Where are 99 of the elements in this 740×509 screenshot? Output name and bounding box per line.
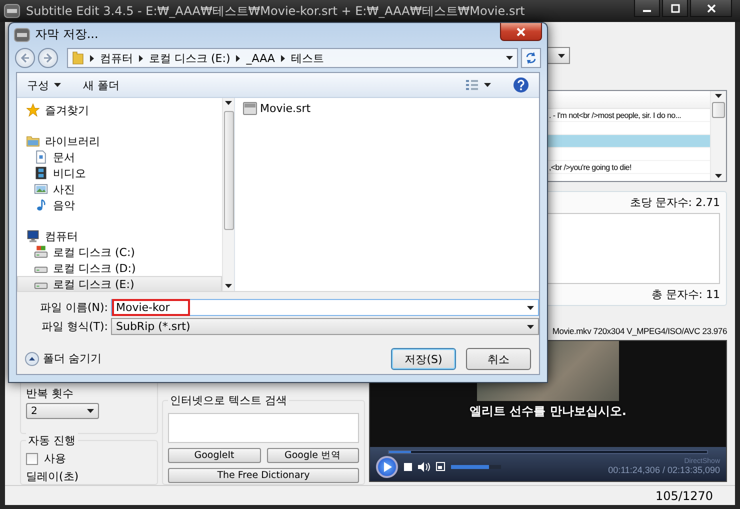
caret-icon	[54, 83, 61, 87]
dialog-button[interactable]: 저장(S)	[391, 348, 456, 370]
file-type-label: 파일 형식(T):	[40, 319, 109, 334]
app-icon	[4, 4, 20, 18]
caret-icon	[527, 324, 534, 328]
document-icon	[34, 150, 48, 164]
file-name-field[interactable]: Movie-kor	[111, 299, 539, 316]
volume-icon[interactable]	[418, 462, 430, 472]
file-item[interactable]: Movie.srt	[243, 102, 311, 115]
search-button[interactable]: GoogleIt	[168, 448, 260, 463]
subtitle-position: 105/1270	[656, 488, 713, 502]
play-icon	[382, 462, 392, 472]
scroll-thumb[interactable]	[224, 111, 234, 230]
app-icon	[14, 28, 30, 42]
nav-item[interactable]: 사진	[17, 181, 222, 197]
nav-item[interactable]: 로컬 디스크 (C:)	[17, 244, 222, 260]
nav-item[interactable]: 로컬 디스크 (D:)	[17, 260, 222, 276]
caret-icon	[484, 83, 491, 87]
nav-item[interactable]: 라이브러리	[17, 133, 222, 149]
toolbar-button[interactable]: 구성	[27, 78, 61, 92]
refresh-icon	[525, 52, 537, 64]
scroll-down-icon	[715, 174, 722, 178]
close-icon	[706, 4, 716, 12]
maximize-button[interactable]	[662, 0, 688, 17]
scroll-up-icon	[715, 94, 722, 98]
row-text: ,<br />you're going to die!	[549, 162, 632, 174]
drive-icon	[34, 245, 48, 259]
breadcrumb-item[interactable]: _AAA	[246, 52, 275, 64]
folder-icon	[26, 134, 40, 148]
nav-item[interactable]: 컴퓨터	[17, 228, 222, 244]
dialog-button[interactable]: 취소	[466, 348, 531, 370]
breadcrumb-item[interactable]: 테스트	[290, 50, 324, 66]
volume-slider[interactable]	[451, 464, 501, 468]
folder-icon	[72, 51, 84, 65]
list-view-icon	[465, 79, 479, 91]
scrollbar[interactable]	[710, 91, 726, 181]
subtitle-preview: 엘리트 선수를 만나보십시오.	[470, 403, 626, 420]
hide-folders-button[interactable]: 폴더 숨기기	[25, 351, 102, 370]
nav-item[interactable]: 로컬 디스크 (E:)	[17, 276, 222, 291]
minimize-icon	[643, 10, 651, 12]
video-info: Movie.mkv 720x304 V_MPEG4/ISO/AVC 23.976	[552, 326, 727, 336]
file-icon	[243, 102, 257, 115]
nav-item[interactable]: 비디오	[17, 165, 222, 181]
collapse-icon	[25, 352, 39, 366]
row-text: . - I'm not<br />most people, sir. I do no...	[549, 110, 682, 122]
scroll-up-icon	[225, 101, 232, 105]
chevron-icon[interactable]	[90, 54, 94, 62]
search-text-field[interactable]	[168, 413, 359, 443]
time-display: 00:11:24,306 / 02:13:35,090	[608, 465, 720, 475]
search-button[interactable]: The Free Dictionary	[168, 468, 359, 483]
picture-icon	[34, 182, 48, 196]
window-title: Subtitle Edit 3.4.5 - E:₩_AAA₩테스트₩Movie-kor.srt + E:₩_AAA₩테스트₩Movie.srt	[26, 2, 526, 20]
delay-label: 딜레이(초)	[26, 469, 80, 484]
back-button[interactable]	[15, 48, 35, 68]
breadcrumb-item[interactable]: 컴퓨터	[100, 50, 133, 66]
search-button[interactable]: Google 번역	[266, 448, 359, 463]
address-bar[interactable]: 컴퓨터 로컬 디스크 (E:) _AAA 테스트	[67, 48, 518, 68]
close-button[interactable]	[690, 0, 732, 17]
total-chars-label: 총 문자수: 11	[651, 287, 720, 302]
close-icon	[516, 26, 526, 36]
dialog-title: 자막 저장...	[35, 26, 100, 43]
back-arrow-icon	[20, 53, 30, 63]
chevron-icon[interactable]	[280, 54, 285, 62]
close-button[interactable]	[500, 23, 542, 41]
file-name-label: 파일 이름(N):	[38, 300, 109, 315]
repeat-count-label: 반복 횟수	[26, 387, 74, 400]
monitor-icon	[26, 229, 40, 243]
file-type-dropdown[interactable]: SubRip (*.srt)	[111, 318, 539, 335]
minimize-button[interactable]	[634, 0, 660, 17]
star-icon	[26, 103, 40, 117]
nav-item[interactable]: 문서	[17, 149, 222, 165]
film-icon	[34, 166, 48, 180]
breadcrumb-item[interactable]: 로컬 디스크 (E:)	[149, 50, 230, 66]
caret-icon	[558, 54, 565, 58]
use-checkbox[interactable]: 사용	[26, 451, 152, 466]
chevron-icon[interactable]	[139, 54, 143, 62]
nav-item[interactable]: 즐겨찾기	[17, 102, 222, 118]
play-button[interactable]	[376, 456, 398, 478]
forward-button[interactable]	[38, 48, 58, 68]
stop-icon[interactable]	[404, 462, 412, 470]
view-button[interactable]	[465, 79, 491, 91]
seek-bar[interactable]	[388, 450, 708, 454]
fullscreen-icon[interactable]	[436, 462, 445, 471]
help-icon[interactable]	[513, 77, 529, 93]
maximize-icon	[670, 4, 680, 12]
toolbar-button[interactable]: 새 폴더	[83, 78, 120, 92]
group-title: 자동 진행	[26, 433, 78, 448]
chars-per-second-label: 초당 문자수: 2.71	[630, 195, 720, 210]
scroll-thumb[interactable]	[712, 102, 725, 118]
forward-arrow-icon	[43, 53, 53, 63]
nav-item[interactable]: 음악	[17, 197, 222, 213]
scrollbar[interactable]	[222, 98, 234, 291]
caret-icon	[506, 56, 513, 60]
music-note-icon	[34, 198, 48, 212]
caret-icon	[87, 409, 94, 413]
chevron-icon[interactable]	[236, 54, 240, 62]
refresh-button[interactable]	[521, 48, 541, 68]
group-title: 인터넷으로 텍스트 검색	[168, 393, 289, 408]
repeat-count-dropdown[interactable]: 2	[26, 403, 99, 419]
